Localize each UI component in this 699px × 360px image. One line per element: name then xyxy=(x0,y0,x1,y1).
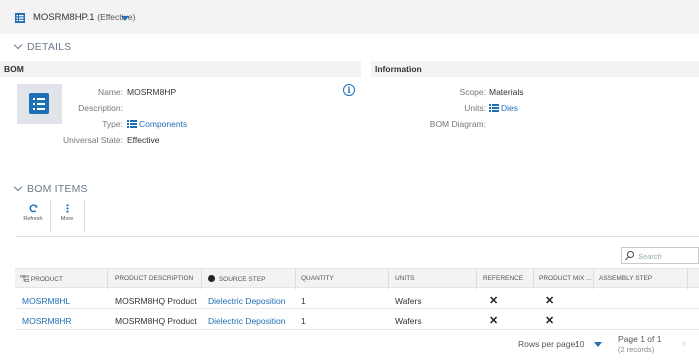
column-separator xyxy=(107,269,108,289)
list-icon xyxy=(127,120,137,128)
toolbar-divider xyxy=(84,200,85,232)
rows-per-page-select[interactable]: 10 xyxy=(575,339,584,349)
product-mix-x-icon: ✕ xyxy=(545,295,555,307)
info-icon[interactable]: i xyxy=(343,84,355,96)
units-cell: Wafers xyxy=(395,296,422,306)
column-header-reference[interactable]: REFERENCE xyxy=(483,275,523,282)
type-value: Components xyxy=(139,119,188,129)
page-title-text: MOSRM8HP.1 xyxy=(33,12,95,23)
universal-state-value: Effective xyxy=(127,135,160,145)
column-separator xyxy=(476,269,477,289)
column-header-assembly-step[interactable]: ASSEMBLY STEP xyxy=(599,275,652,282)
rows-per-page-label: Rows per page: xyxy=(518,339,578,349)
column-separator xyxy=(295,269,296,289)
hierarchy-icon xyxy=(19,274,30,282)
units-cell: Wafers xyxy=(395,316,422,326)
search-placeholder: Search xyxy=(638,252,662,261)
reference-x-icon: ✕ xyxy=(489,295,499,307)
details-toggle[interactable]: DETAILS xyxy=(13,40,72,53)
name-value: MOSRM8HP xyxy=(127,87,177,97)
quantity-cell: 1 xyxy=(301,316,306,326)
description-label: Description: xyxy=(78,103,123,113)
row-divider xyxy=(15,308,699,309)
bom-diagram-label: BOM Diagram: xyxy=(429,119,486,129)
type-label: Type: xyxy=(102,119,123,129)
units-value: Dies xyxy=(501,103,519,113)
scope-label: Scope: xyxy=(459,87,486,97)
search-icon xyxy=(627,251,634,258)
product-description-cell: MOSRM8HQ Product xyxy=(115,316,197,326)
column-separator xyxy=(388,269,389,289)
product-link[interactable]: MOSRM8HR xyxy=(22,316,72,326)
bom-items-toggle[interactable]: BOM ITEMS xyxy=(13,182,88,195)
column-header-product-description[interactable]: PRODUCT DESCRIPTION xyxy=(115,275,193,282)
name-label: Name: xyxy=(97,87,123,97)
refresh-icon xyxy=(29,204,37,213)
source-step-link[interactable]: Dielectric Deposition xyxy=(208,316,285,326)
column-header-quantity[interactable]: QUANTITY xyxy=(301,275,334,282)
column-header-product[interactable]: PRODUCT xyxy=(19,274,63,283)
information-section-header: Information xyxy=(371,61,699,77)
product-link[interactable]: MOSRM8HL xyxy=(22,296,70,306)
column-separator xyxy=(593,269,594,289)
column-separator xyxy=(533,269,534,289)
chevron-down-icon[interactable] xyxy=(594,342,602,347)
chevron-down-icon[interactable] xyxy=(121,16,129,21)
product-description-cell: MOSRM8HQ Product xyxy=(115,296,197,306)
bom-section-header: BOM xyxy=(0,61,361,77)
column-header-source-step[interactable]: SOURCE STEP xyxy=(208,275,265,283)
column-separator xyxy=(201,269,202,289)
toolbar-divider xyxy=(50,200,51,232)
more-label: More xyxy=(60,216,74,222)
status-dot-icon xyxy=(208,275,215,282)
refresh-button[interactable]: Refresh xyxy=(20,204,46,222)
units-label: Units: xyxy=(464,103,486,113)
page-indicator: Page 1 of 1 xyxy=(618,334,662,344)
more-vertical-icon xyxy=(65,204,69,213)
universal-state-label: Universal State: xyxy=(63,135,123,145)
reference-x-icon: ✕ xyxy=(489,315,499,327)
chevron-left-icon[interactable]: ‹ xyxy=(682,339,686,350)
bom-grid-icon xyxy=(15,13,25,23)
type-value-link[interactable]: Components xyxy=(127,119,187,129)
search-input[interactable]: Search xyxy=(621,247,699,264)
list-icon xyxy=(489,104,499,112)
records-count: (2 records) xyxy=(618,345,655,354)
refresh-label: Refresh xyxy=(23,216,43,222)
page-title-state: (Effective) xyxy=(97,12,136,22)
chevron-down-icon xyxy=(13,40,23,50)
scope-value: Materials xyxy=(489,87,524,97)
page-title[interactable]: MOSRM8HP.1 (Effective) xyxy=(33,12,135,23)
column-header-units[interactable]: UNITS xyxy=(395,275,415,282)
units-value-link[interactable]: Dies xyxy=(489,103,518,113)
column-separator xyxy=(687,269,688,289)
details-toggle-label: DETAILS xyxy=(27,41,72,53)
product-mix-x-icon: ✕ xyxy=(545,315,555,327)
column-header-product-mix[interactable]: PRODUCT MIX ... xyxy=(539,275,592,282)
column-header-label: PRODUCT xyxy=(30,276,63,283)
table-header: PRODUCT PRODUCT DESCRIPTION SOURCE STEP … xyxy=(15,268,699,289)
more-button[interactable]: More xyxy=(54,204,80,222)
column-header-label: SOURCE STEP xyxy=(218,276,266,283)
source-step-link[interactable]: Dielectric Deposition xyxy=(208,296,285,306)
toolbar-separator xyxy=(15,236,699,237)
top-bar: MOSRM8HP.1 (Effective) xyxy=(0,0,699,34)
row-divider xyxy=(15,329,699,330)
bom-items-toggle-label: BOM ITEMS xyxy=(27,183,88,195)
quantity-cell: 1 xyxy=(301,296,306,306)
chevron-down-icon xyxy=(13,182,23,192)
